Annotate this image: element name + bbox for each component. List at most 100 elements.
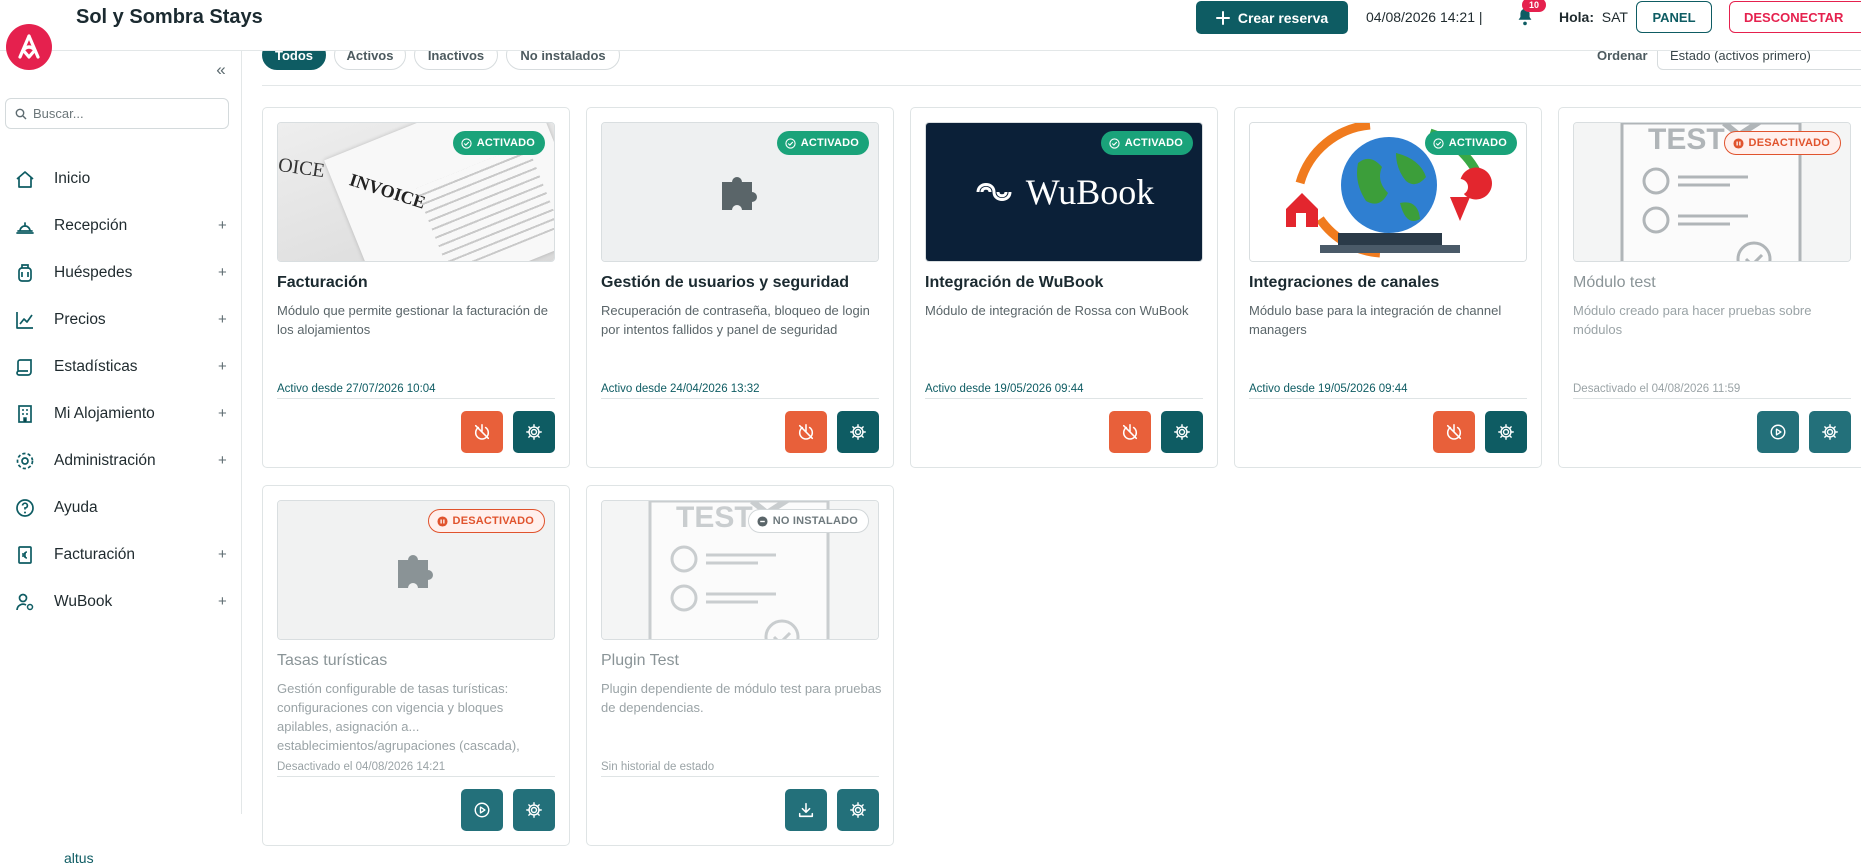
module-image: TEST NO INSTALADO [601,500,879,640]
sidebar-nav: Inicio Recepción + Huéspedes + Precios + Estadí… [0,155,242,625]
sidebar-item-mi-alojamiento[interactable]: Mi Alojamiento + [0,390,242,437]
create-booking-button[interactable]: Crear reserva [1196,1,1348,34]
current-datetime: 04/08/2026 14:21 | [1366,9,1483,25]
expand-plus-icon[interactable]: + [218,217,227,234]
activate-button[interactable] [461,789,503,831]
status-badge: ACTIVADO [776,131,869,155]
power-off-icon [798,424,814,440]
sidebar-item-wubook[interactable]: WuBook + [0,578,242,625]
power-off-icon [474,424,490,440]
module-title: Facturación [277,274,368,291]
module-title: Integración de WuBook [925,274,1104,291]
deactivate-button[interactable] [1433,411,1475,453]
status-badge: DESACTIVADO [1723,131,1841,155]
module-actions [785,411,879,453]
gear-icon [850,802,866,818]
module-card: TEST NO INSTALADO Plugin Test Plugin depend… [586,485,894,846]
settings-button[interactable] [513,789,555,831]
module-actions [785,789,879,831]
sidebar-item-label: Estadísticas [54,357,138,375]
bell-desk-icon [14,215,36,237]
expand-plus-icon[interactable]: + [218,593,227,610]
sidebar-item-label: Mi Alojamiento [54,404,155,422]
download-icon [798,802,814,818]
deactivate-button[interactable] [461,411,503,453]
sidebar-search[interactable] [5,98,229,129]
module-status-text: Activo desde 19/05/2026 09:44 [925,383,1203,399]
sidebar-item-label: Recepción [54,216,128,234]
sidebar-item-facturacion[interactable]: Facturación + [0,531,242,578]
play-icon [474,802,490,818]
help-circle-icon [14,497,36,519]
puzzle-icon [722,176,757,210]
settings-button[interactable] [837,789,879,831]
module-status-text: Desactivado el 04/08/2026 14:21 [277,761,555,777]
sidebar-item-label: Ayuda [54,498,98,516]
module-status-text: Activo desde 19/05/2026 09:44 [1249,383,1527,399]
settings-button[interactable] [1809,411,1851,453]
collapse-sidebar-icon[interactable]: « [212,61,230,79]
notification-count-badge: 10 [1522,0,1546,12]
expand-plus-icon[interactable]: + [218,358,227,375]
module-title: Tasas turísticas [277,652,388,669]
create-booking-label: Crear reserva [1237,9,1329,26]
sidebar-item-label: Precios [54,310,106,328]
gear-icon [850,424,866,440]
module-title: Módulo test [1573,274,1656,291]
sidebar: « InicioRecepción+Huéspedes+Precios+Esta… [0,51,242,814]
sidebar-item-inicio[interactable]: Inicio [0,155,242,202]
sidebar-item-label: Facturación [54,545,135,563]
status-badge: NO INSTALADO [747,509,869,533]
module-card: ACTIVADO Integraciones de canales Módulo b… [1234,107,1542,468]
settings-button[interactable] [1485,411,1527,453]
gear-icon [526,802,542,818]
module-image: OICE INVOICE ACTIVADO [277,122,555,262]
module-title: Plugin Test [601,652,679,669]
logo-icon [18,34,40,59]
logout-button[interactable]: DESCONECTAR [1729,1,1861,33]
gear-icon [526,424,542,440]
footer-brand: altus [64,850,94,864]
sidebar-item-label: Administración [54,451,156,469]
settings-button[interactable] [513,411,555,453]
sidebar-item-administracion[interactable]: Administración + [0,437,242,484]
sidebar-item-estadisticas[interactable]: Estadísticas + [0,343,242,390]
greeting-label: Hola: [1559,9,1594,25]
check-circle-icon [1109,137,1120,149]
wubook-logo-icon [976,183,1012,201]
svg-text:TEST: TEST [676,501,753,534]
panel-button[interactable]: PANEL [1636,1,1712,33]
settings-button[interactable] [837,411,879,453]
brand-logo[interactable] [6,24,52,70]
expand-plus-icon[interactable]: + [218,264,227,281]
status-badge-label: NO INSTALADO [772,515,858,527]
expand-plus-icon[interactable]: + [218,452,227,469]
home-icon [14,168,36,190]
plus-icon [1215,10,1230,25]
status-badge-label: DESACTIVADO [1748,137,1830,149]
activate-button[interactable] [1757,411,1799,453]
deactivate-button[interactable] [1109,411,1151,453]
status-badge: ACTIVADO [1100,131,1193,155]
settings-button[interactable] [1161,411,1203,453]
expand-plus-icon[interactable]: + [218,405,227,422]
expand-plus-icon[interactable]: + [218,546,227,563]
sidebar-item-precios[interactable]: Precios + [0,296,242,343]
module-image: TEST DESACTIVADO [1573,122,1851,262]
pause-circle-icon [437,515,448,527]
module-card: OICE INVOICE ACTIVADO Facturación Módulo que… [262,107,570,468]
sidebar-item-recepcion[interactable]: Recepción + [0,202,242,249]
status-badge-label: ACTIVADO [476,137,535,149]
gear-icon [14,450,36,472]
module-actions [1109,411,1203,453]
install-button[interactable] [785,789,827,831]
sidebar-item-huespedes[interactable]: Huéspedes + [0,249,242,296]
deactivate-button[interactable] [785,411,827,453]
sidebar-item-ayuda[interactable]: Ayuda [0,484,242,531]
module-actions [1757,411,1851,453]
expand-plus-icon[interactable]: + [218,311,227,328]
check-circle-icon [1433,137,1444,149]
search-input[interactable] [33,106,213,121]
module-status-text: Activo desde 27/07/2026 10:04 [277,383,555,399]
module-title: Integraciones de canales [1249,274,1440,291]
